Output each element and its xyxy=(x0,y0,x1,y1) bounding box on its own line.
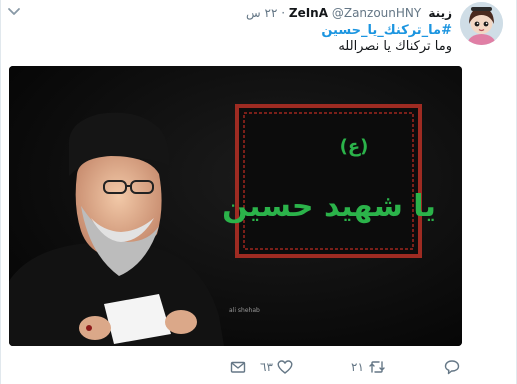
avatar[interactable] xyxy=(460,2,503,45)
separator-dot: · xyxy=(281,6,286,20)
banner-sign: (ع) xyxy=(340,136,369,157)
banner: (ع) يا شهيد حسين xyxy=(222,104,436,258)
retweet-button[interactable]: ٢١ xyxy=(347,356,386,378)
dm-button[interactable] xyxy=(230,356,254,378)
user-handle[interactable]: @ZanzounHNY xyxy=(332,6,421,20)
tweet-card[interactable]: زينة ZeInA @ZanzounHNY · ٢٢ س #ما_تركنك_… xyxy=(0,0,517,384)
hashtag-link[interactable]: #ما_تركنك_يا_حسين xyxy=(321,23,452,39)
like-button[interactable]: ٦٣ xyxy=(256,356,293,378)
tweet-header: زينة ZeInA @ZanzounHNY · ٢٢ س xyxy=(12,5,452,21)
reply-button[interactable] xyxy=(444,356,468,378)
like-count: ٦٣ xyxy=(260,360,273,374)
tweet-photo[interactable]: (ع) يا شهيد حسين ali shehab xyxy=(9,66,462,346)
tweet-actions: ٢١ ٦٣ xyxy=(1,356,517,378)
banner-text: يا شهيد حسين xyxy=(222,189,436,224)
reply-icon xyxy=(444,360,460,375)
retweet-icon xyxy=(369,361,385,373)
retweet-count: ٢١ xyxy=(351,360,364,374)
photo-watermark: ali shehab xyxy=(229,307,260,314)
tweet-text: وما تركناك يا نصرالله xyxy=(338,39,452,54)
timestamp[interactable]: ٢٢ س xyxy=(246,6,277,20)
heart-icon xyxy=(277,360,293,374)
envelope-icon xyxy=(230,361,246,373)
